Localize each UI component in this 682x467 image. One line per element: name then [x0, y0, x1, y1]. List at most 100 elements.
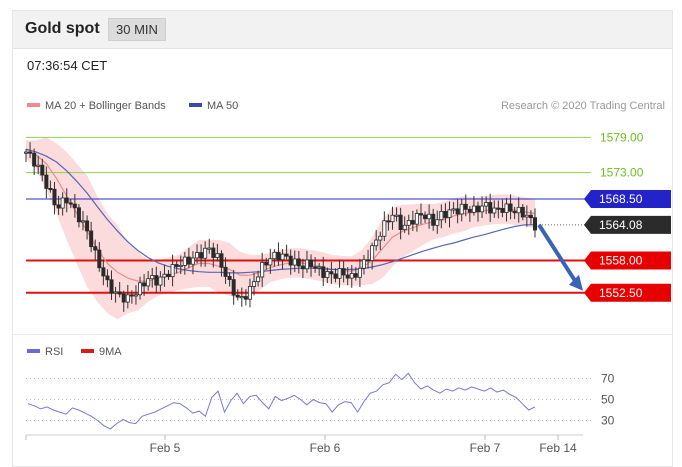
candle-body: [23, 151, 28, 154]
candle-body: [44, 174, 49, 189]
candle-body: [231, 279, 236, 296]
candle-body: [435, 219, 440, 226]
candle-body: [170, 264, 175, 278]
level-label-1579.00: 1579.00: [600, 130, 644, 144]
candle-body: [89, 230, 94, 248]
candle-body: [504, 203, 509, 213]
candle-body: [150, 275, 155, 280]
candle-body: [113, 291, 118, 294]
candle-body: [361, 259, 366, 269]
last-price-label: 1564.08: [599, 218, 643, 232]
candle-body: [406, 220, 411, 226]
candle-body: [138, 282, 143, 296]
candle-body: [101, 267, 106, 277]
candle-body: [146, 278, 151, 287]
candle-body: [357, 267, 362, 278]
candle-body: [374, 239, 379, 247]
candle-body: [402, 224, 407, 230]
candle-body: [418, 213, 423, 216]
candle-body: [203, 247, 208, 259]
candle-body: [296, 258, 301, 267]
candle-body: [471, 205, 476, 213]
candle-body: [349, 273, 354, 279]
candle-body: [386, 220, 391, 223]
candle-body: [76, 207, 81, 223]
candle-body: [467, 208, 472, 213]
candle-body: [321, 266, 326, 278]
candle-body: [56, 204, 61, 209]
x-tick-Feb-5: Feb 5: [150, 441, 181, 455]
candle-body: [52, 188, 57, 206]
candle-body: [166, 273, 171, 278]
candle-body: [154, 275, 159, 286]
candle-body: [142, 282, 147, 287]
candle-body: [81, 220, 86, 223]
candle-body: [158, 276, 163, 286]
candle-body: [528, 214, 533, 219]
candle-body: [516, 206, 521, 214]
candle-body: [252, 281, 257, 287]
candle-body: [329, 271, 334, 275]
candle-body: [300, 265, 305, 270]
candle-body: [455, 208, 460, 215]
candle-body: [304, 259, 309, 270]
x-tick-Feb-14: Feb 14: [539, 441, 577, 455]
level-label-1558.00: 1558.00: [599, 254, 643, 268]
candle-body: [390, 214, 395, 223]
candle-body: [121, 293, 126, 303]
candle-body: [353, 273, 358, 278]
level-label-1568.50: 1568.50: [599, 192, 643, 206]
candle-body: [40, 164, 45, 176]
candle-body: [64, 197, 69, 204]
candle-body: [272, 251, 277, 260]
level-label-1552.50: 1552.50: [599, 286, 643, 300]
candle-body: [313, 266, 318, 269]
candle-body: [512, 210, 517, 214]
candle-body: [243, 296, 248, 300]
candle-body: [48, 188, 53, 191]
candle-body: [341, 268, 346, 276]
candle-body: [427, 213, 432, 220]
candle-body: [211, 247, 216, 258]
candle-body: [72, 203, 77, 209]
candle-body: [260, 261, 265, 278]
candle-body: [520, 206, 525, 218]
price-chart: 1579.00 1573.00 1568.50 1558.00 1552.50 1564.…: [23, 130, 671, 455]
candle-body: [492, 207, 497, 214]
candle-body: [247, 285, 252, 300]
x-tick-Feb-7: Feb 7: [470, 441, 501, 455]
candle-body: [325, 271, 330, 278]
candle-body: [223, 266, 228, 277]
candle-body: [227, 276, 232, 280]
candle-body: [280, 253, 285, 261]
candle-body: [288, 255, 293, 266]
candle-body: [182, 256, 187, 266]
candle-body: [32, 152, 37, 167]
candle-body: [463, 203, 468, 210]
candle-body: [496, 207, 501, 210]
candle-body: [219, 253, 224, 268]
level-label-1573.00: 1573.00: [600, 166, 644, 180]
candle-body: [178, 265, 183, 268]
candle-body: [129, 294, 134, 297]
candle-body: [431, 213, 436, 226]
rsi-tick-50: 50: [601, 393, 615, 407]
candle-body: [186, 256, 191, 265]
candle-body: [276, 251, 281, 261]
candle-body: [195, 252, 200, 259]
candle-body: [370, 245, 375, 261]
candle-body: [382, 220, 387, 237]
candle-body: [451, 208, 456, 211]
candle-body: [93, 246, 98, 251]
candle-body: [524, 214, 529, 218]
candle-body: [133, 294, 138, 297]
candle-body: [333, 273, 338, 279]
candle-body: [447, 209, 452, 218]
rsi-tick-30: 30: [601, 414, 615, 428]
candle-body: [398, 214, 403, 230]
candle-body: [345, 274, 350, 279]
candle-body: [488, 202, 493, 214]
candle-body: [264, 261, 269, 266]
candle-body: [284, 253, 289, 257]
candle-body: [317, 266, 322, 269]
